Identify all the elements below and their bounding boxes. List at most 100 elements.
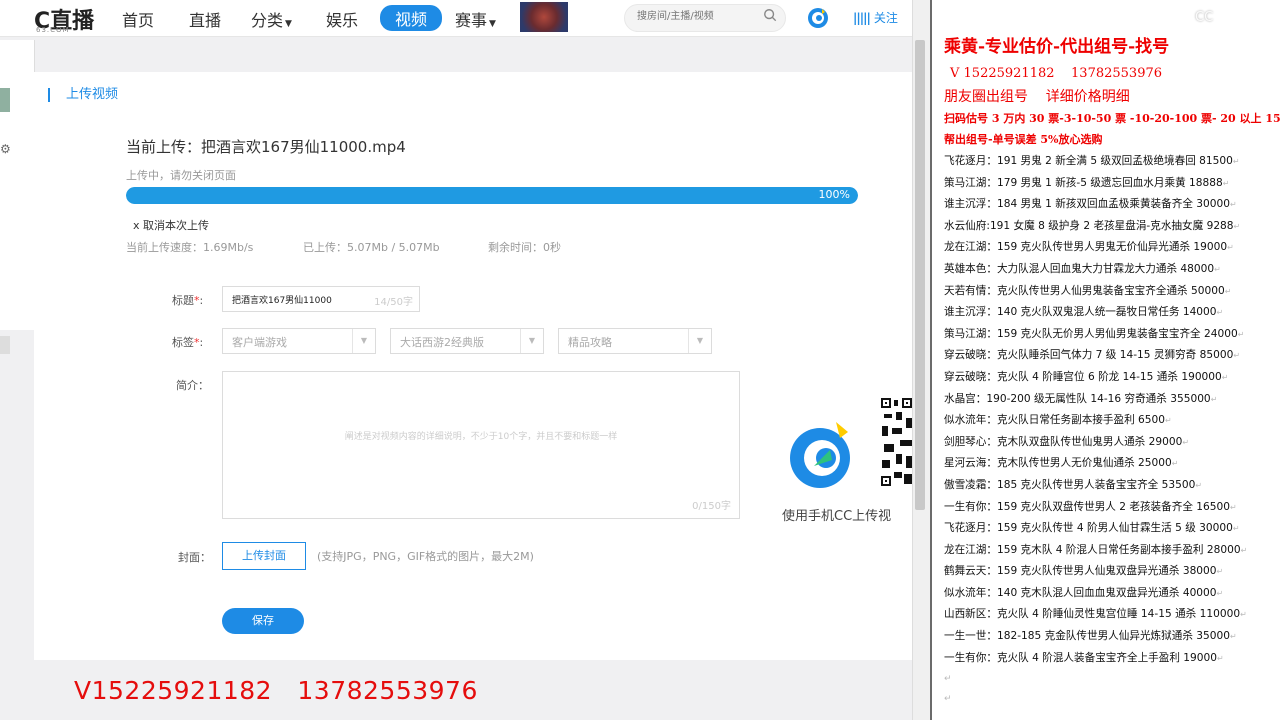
search-input[interactable] bbox=[635, 10, 759, 23]
line-break-icon: ↵ bbox=[1230, 200, 1237, 210]
nav-category-label: 分类 bbox=[251, 11, 284, 30]
line-break-icon: ↵ bbox=[1165, 416, 1172, 426]
listing-row: 傲雪凌霜：185 克火队传世男人装备宝宝齐全 53500↵ bbox=[944, 475, 1247, 497]
listing-row: 水云仙府:191 女魔 8 级护身 2 老孩星盘涓-克水抽女魔 9288↵ bbox=[944, 216, 1247, 238]
title-label: 标题*: bbox=[172, 294, 204, 307]
line-break-icon: ↵ bbox=[1195, 480, 1203, 490]
listing-row: 山西新区：克火队 4 阶睡仙灵性鬼宫位睡 14-15 通杀 110000↵ bbox=[944, 604, 1247, 626]
listing-text: 策马江湖：179 男鬼 1 新孩-5 级遗忘回血水月乘黄 18888 bbox=[944, 176, 1223, 189]
uploaded-size: 已上传：5.07Mb / 5.07Mb bbox=[303, 241, 440, 254]
listing-row: 龙在江湖：159 克火队传世男人男鬼无价仙异光通杀 19000↵ bbox=[944, 237, 1247, 259]
title-field[interactable]: 把酒言欢167男仙11000 14/50字 bbox=[222, 286, 420, 312]
line-break-icon: ↵ bbox=[1216, 567, 1224, 577]
empty-line-marker: ↵ bbox=[944, 694, 952, 704]
page-scrollbar-thumb[interactable] bbox=[915, 40, 925, 510]
upload-speed: 当前上传速度：1.69Mb/s bbox=[126, 241, 254, 254]
chevron-down-icon: ▼ bbox=[352, 329, 375, 353]
progress-percent: 100% bbox=[818, 188, 850, 201]
required-mark: * bbox=[194, 294, 200, 307]
save-button[interactable]: 保存 bbox=[222, 608, 304, 634]
line-break-icon: ↵ bbox=[1222, 178, 1230, 188]
desc-label: 简介： bbox=[176, 379, 209, 392]
line-break-icon: ↵ bbox=[1217, 653, 1224, 663]
nav-video[interactable]: 视频 bbox=[380, 5, 443, 31]
tags-label: 标签*: bbox=[172, 336, 204, 349]
line-break-icon: ↵ bbox=[1214, 264, 1221, 274]
title-value: 把酒言欢167男仙11000 bbox=[232, 296, 332, 306]
listing-row: 一生一世：182-185 克金队传世男人仙异光炼狱通杀 35000↵ bbox=[944, 626, 1247, 648]
listing-text: 穿云破晓：克火队睡杀回气体力 7 级 14-15 灵狮穷奇 85000 bbox=[944, 349, 1234, 362]
listing-text: 策马江湖：159 克火队无价男人男仙男鬼装备宝宝齐全 24000 bbox=[944, 327, 1238, 340]
tag-select-3[interactable]: 精品攻略 ▼ bbox=[558, 328, 712, 354]
chevron-down-icon: ▼ bbox=[489, 19, 496, 29]
nav-events[interactable]: 赛事 ▼ bbox=[455, 7, 496, 31]
panel-divider bbox=[930, 0, 932, 720]
line-break-icon: ↵ bbox=[1229, 632, 1237, 642]
description-textarea[interactable]: 阐述是对视频内容的详细说明，不少于10个字，并且不要和标题一样 0/150字 bbox=[222, 371, 740, 519]
remaining-time: 剩余时间：0秒 bbox=[488, 241, 561, 254]
listing-row: 似水流年：克火队日常任务副本接手盈利 6500↵ bbox=[944, 410, 1247, 432]
listing-guarantee: 帮出组号-单号误差 5%放心选购 bbox=[944, 133, 1103, 146]
side-collapse-icon[interactable] bbox=[0, 336, 10, 354]
listing-row: 天若有情：克火队传世男人仙男鬼装备宝宝齐全通杀 50000↵ bbox=[944, 281, 1247, 303]
listing-row: 飞花逐月：191 男鬼 2 新全满 5 级双回孟极绝境春回 81500↵ bbox=[944, 151, 1247, 173]
line-break-icon: ↵ bbox=[1221, 372, 1229, 382]
cancel-upload-link[interactable]: x 取消本次上传 bbox=[133, 217, 209, 233]
listing-text: 英雄本色：大力队混人回血鬼大力甘霖龙大力通杀 48000 bbox=[944, 262, 1215, 275]
chevron-down-icon: ▼ bbox=[520, 329, 543, 353]
listing-list: 飞花逐月：191 男鬼 2 新全满 5 级双回孟极绝境春回 81500↵ 策马江湖… bbox=[944, 151, 1247, 669]
listing-row: 飞花逐月：159 克火队传世 4 阶男人仙甘霖生活 5 级 30000↵ bbox=[944, 518, 1247, 540]
listing-row: 谁主沉浮：184 男鬼 1 新孩双回血孟极乘黄装备齐全 30000↵ bbox=[944, 194, 1247, 216]
line-break-icon: ↵ bbox=[1237, 329, 1245, 339]
title-label-text: 标题 bbox=[172, 294, 194, 307]
line-break-icon: ↵ bbox=[1227, 243, 1234, 253]
side-app-icon[interactable] bbox=[0, 88, 10, 112]
side-settings-icon[interactable]: ⚙ bbox=[0, 142, 11, 156]
nav-live[interactable]: 直播 bbox=[189, 7, 221, 31]
listing-row: 龙在江湖：159 克木队 4 阶混人日常任务副本接手盈利 28000↵ bbox=[944, 540, 1247, 562]
listing-row: 星河云海：克木队传世男人无价鬼仙通杀 25000↵ bbox=[944, 453, 1247, 475]
line-break-icon: ↵ bbox=[1216, 308, 1224, 318]
follow-button[interactable]: ||||| 关注 bbox=[853, 9, 898, 26]
line-break-icon: ↵ bbox=[1224, 286, 1232, 296]
line-break-icon: ↵ bbox=[1240, 610, 1247, 620]
tag-select-1[interactable]: 客户端游戏 ▼ bbox=[222, 328, 376, 354]
nav-category[interactable]: 分类 ▼ bbox=[251, 7, 292, 31]
contact-overlay: V15225921182 13782553976 bbox=[74, 676, 478, 705]
listing-subline: 朋友圈出组号 详细价格明细 bbox=[944, 89, 1130, 105]
follow-label: 关注 bbox=[873, 11, 898, 25]
listing-text: 剑胆琴心：克木队双盘队传世仙鬼男人通杀 29000 bbox=[944, 435, 1183, 448]
cover-note: (支持JPG，PNG，GIF格式的图片，最大2M) bbox=[317, 550, 534, 563]
qr-code-icon[interactable] bbox=[880, 396, 914, 488]
listing-text: 穿云破晓：克火队 4 阶睡宫位 6 阶龙 14-15 通杀 190000 bbox=[944, 370, 1222, 383]
nav-home[interactable]: 首页 bbox=[122, 7, 154, 31]
title-char-count: 14/50字 bbox=[374, 297, 413, 308]
description-char-count: 0/150字 bbox=[692, 501, 731, 512]
search-icon[interactable] bbox=[763, 8, 777, 22]
cc-watermark: CC bbox=[1195, 10, 1214, 25]
required-mark: * bbox=[194, 336, 200, 349]
listing-row: 水晶宫：190-200 级无属性队 14-16 穷奇通杀 355000↵ bbox=[944, 389, 1247, 411]
cc-app-icon[interactable] bbox=[806, 6, 830, 30]
promo-thumbnail[interactable] bbox=[520, 2, 568, 32]
line-break-icon: ↵ bbox=[1233, 221, 1241, 231]
chevron-down-icon: ▼ bbox=[285, 19, 292, 29]
nav-entertainment[interactable]: 娱乐 bbox=[326, 7, 358, 31]
tags-label-text: 标签 bbox=[172, 336, 194, 349]
phone-upload-promo: 使用手机CC上传视 bbox=[782, 509, 892, 524]
site-logo-sub: 63.COM bbox=[36, 26, 70, 34]
line-break-icon: ↵ bbox=[1182, 437, 1190, 447]
progress-fill bbox=[126, 187, 858, 204]
upload-cover-button[interactable]: 上传封面 bbox=[222, 542, 306, 570]
listing-text: 一生有你：159 克火队双盘传世男人 2 老孩装备齐全 16500 bbox=[944, 500, 1231, 513]
listing-text: 龙在江湖：159 克木队 4 阶混人日常任务副本接手盈利 28000 bbox=[944, 543, 1241, 556]
listing-text: 水云仙府:191 女魔 8 级护身 2 老孩星盘涓-克水抽女魔 9288 bbox=[944, 219, 1234, 232]
tag-select-2[interactable]: 大话西游2经典版 ▼ bbox=[390, 328, 544, 354]
listing-text: 鹤舞云天：159 克火队传世男人仙鬼双盘异光通杀 38000 bbox=[944, 565, 1217, 578]
line-break-icon: ↵ bbox=[1233, 351, 1241, 361]
follow-bars-icon: ||||| bbox=[853, 11, 871, 25]
cc-logo-icon bbox=[790, 422, 850, 488]
listing-text: 星河云海：克木队传世男人无价鬼仙通杀 25000 bbox=[944, 457, 1172, 470]
listing-text: 飞花逐月：191 男鬼 2 新全满 5 级双回孟极绝境春回 81500 bbox=[944, 155, 1233, 167]
listing-heading: 乘黄-专业估价-代出组号-找号 bbox=[944, 37, 1170, 57]
